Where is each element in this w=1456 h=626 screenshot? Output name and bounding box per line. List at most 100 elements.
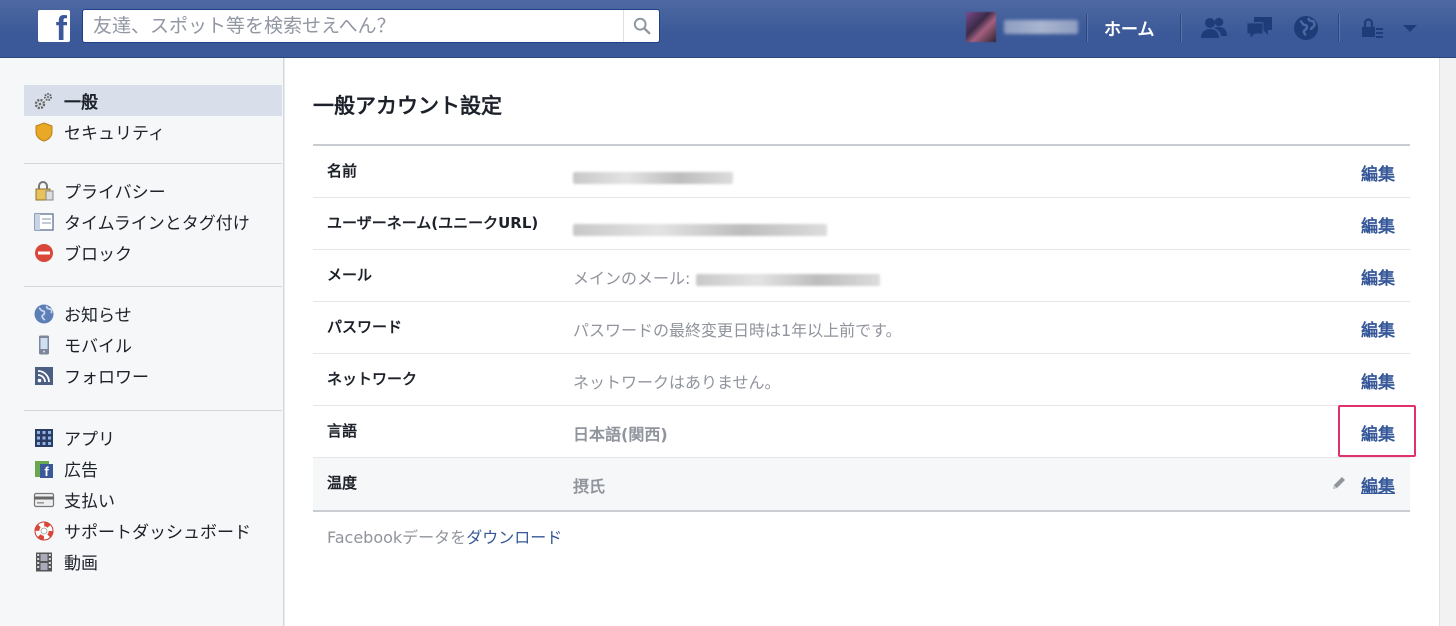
sidebar-item-label: 広告 [64, 461, 98, 481]
sidebar-item-label: タイムラインとタグ付け [64, 214, 250, 234]
ads-icon: f [32, 457, 56, 481]
sidebar-item-label: 一般 [64, 93, 98, 113]
profile-name[interactable] [1004, 20, 1078, 34]
apps-icon [32, 426, 56, 450]
sidebar-item-label: セキュリティ [64, 124, 165, 144]
sidebar-item-label: アプリ [64, 430, 115, 450]
email-prefix: メインのメール: [573, 269, 691, 288]
globe-icon [32, 302, 56, 326]
settings-table: 名前 編集 ユーザーネーム(ユニークURL) 編集 メール メインのメール: 編… [313, 144, 1410, 512]
account-menu-button[interactable] [1394, 12, 1426, 44]
search-input[interactable] [83, 10, 623, 42]
edit-password-link[interactable]: 編集 [1361, 316, 1395, 341]
sidebar-group-general: 一般 セキュリティ [24, 85, 282, 147]
notifications-button[interactable] [1290, 12, 1322, 44]
settings-row-temperature: 温度 摂氏 編集 [313, 458, 1410, 510]
messages-button[interactable] [1244, 12, 1276, 44]
gears-icon [32, 89, 56, 113]
sidebar-item-ads[interactable]: f 広告 [24, 453, 282, 484]
sidebar-item-label: サポートダッシュボード [64, 523, 251, 543]
privacy-shortcuts-button[interactable] [1356, 12, 1388, 44]
card-icon [32, 488, 56, 512]
sidebar-item-label: お知らせ [64, 306, 132, 326]
search-icon [633, 17, 650, 35]
facebook-logo[interactable]: f [38, 10, 70, 42]
edit-temperature-link[interactable]: 編集 [1361, 472, 1395, 497]
general-settings-panel: 一般アカウント設定 名前 編集 ユーザーネーム(ユニークURL) 編集 メール … [285, 58, 1456, 626]
page-title: 一般アカウント設定 [313, 94, 502, 118]
setting-value: ネットワークはありません。 [573, 373, 781, 392]
sidebar-item-label: ブロック [64, 245, 132, 265]
pencil-icon [1333, 477, 1345, 489]
setting-value: パスワードの最終変更日時は1年以上前です。 [573, 321, 902, 340]
svg-text:f: f [44, 464, 49, 479]
edit-language-link[interactable]: 編集 [1361, 420, 1395, 445]
edit-name-link[interactable]: 編集 [1361, 160, 1395, 185]
setting-label: 温度 [327, 474, 358, 492]
lifebuoy-icon [32, 519, 56, 543]
sidebar-item-mobile[interactable]: モバイル [24, 329, 282, 360]
setting-value: メインのメール: [573, 265, 880, 289]
settings-row-name: 名前 編集 [313, 146, 1410, 198]
download-prefix: Facebookデータを [327, 528, 467, 547]
friends-icon [1201, 17, 1227, 38]
sidebar-item-blocking[interactable]: ブロック [24, 237, 282, 268]
sidebar-item-apps[interactable]: アプリ [24, 422, 282, 453]
timeline-icon [32, 210, 56, 234]
top-bar: f ホーム [0, 0, 1456, 58]
setting-label: 名前 [327, 162, 358, 180]
home-link[interactable]: ホーム [1104, 15, 1155, 40]
block-icon [32, 241, 56, 265]
logo-letter: f [55, 10, 67, 42]
setting-label: ユーザーネーム(ユニークURL) [327, 214, 539, 232]
download-link[interactable]: ダウンロード [466, 528, 562, 547]
sidebar-item-payments[interactable]: 支払い [24, 484, 282, 515]
edit-email-link[interactable]: 編集 [1361, 264, 1395, 289]
search-button[interactable] [623, 10, 659, 42]
sidebar-item-privacy[interactable]: プライバシー [24, 175, 282, 206]
setting-label: ネットワーク [327, 370, 418, 388]
shield-icon [32, 120, 56, 144]
edit-networks-link[interactable]: 編集 [1361, 368, 1395, 393]
separator [1086, 14, 1087, 42]
search-box[interactable] [82, 9, 660, 43]
sidebar-item-label: プライバシー [64, 183, 166, 203]
sidebar-divider [24, 163, 282, 164]
scrollbar[interactable] [1439, 58, 1456, 626]
sidebar-item-notifications[interactable]: お知らせ [24, 298, 282, 329]
avatar[interactable] [966, 12, 996, 42]
settings-sidebar: 一般 セキュリティ プライバシー タイムラインとタグ付け ブロック お知らせ モ… [0, 58, 284, 626]
messages-icon [1246, 17, 1272, 41]
sidebar-item-support-dashboard[interactable]: サポートダッシュボード [24, 515, 282, 546]
settings-row-password: パスワード パスワードの最終変更日時は1年以上前です。 編集 [313, 302, 1410, 354]
padlock-icon [32, 179, 56, 203]
settings-row-networks: ネットワーク ネットワークはありません。 編集 [313, 354, 1410, 406]
separator [1338, 14, 1339, 42]
setting-label: メール [327, 266, 373, 284]
sidebar-item-timeline[interactable]: タイムラインとタグ付け [24, 206, 282, 237]
sidebar-item-followers[interactable]: フォロワー [24, 360, 282, 391]
sidebar-divider [24, 410, 282, 411]
setting-label: パスワード [327, 318, 403, 336]
setting-value-redacted [573, 219, 827, 238]
sidebar-item-label: 動画 [64, 554, 98, 574]
privacy-lock-icon [1362, 18, 1383, 38]
dropdown-arrow-icon [1403, 25, 1417, 32]
sidebar-item-security[interactable]: セキュリティ [24, 116, 282, 147]
sidebar-group-notifications: お知らせ モバイル フォロワー [24, 298, 282, 391]
film-icon [32, 550, 56, 574]
sidebar-item-general[interactable]: 一般 [24, 85, 282, 116]
download-data: Facebookデータをダウンロード [327, 524, 562, 548]
sidebar-group-apps: アプリ f 広告 支払い サポートダッシュボード 動画 [24, 422, 282, 577]
setting-label: 言語 [327, 422, 358, 440]
setting-value-redacted [573, 167, 733, 186]
edit-username-link[interactable]: 編集 [1361, 212, 1395, 237]
notifications-globe-icon [1294, 16, 1318, 40]
settings-row-language: 言語 日本語(関西) 編集 [313, 406, 1410, 458]
sidebar-item-label: 支払い [64, 492, 115, 512]
sidebar-item-label: モバイル [64, 337, 132, 357]
friends-button[interactable] [1198, 12, 1230, 44]
setting-value: 日本語(関西) [573, 425, 668, 444]
sidebar-item-videos[interactable]: 動画 [24, 546, 282, 577]
separator [1180, 14, 1181, 42]
